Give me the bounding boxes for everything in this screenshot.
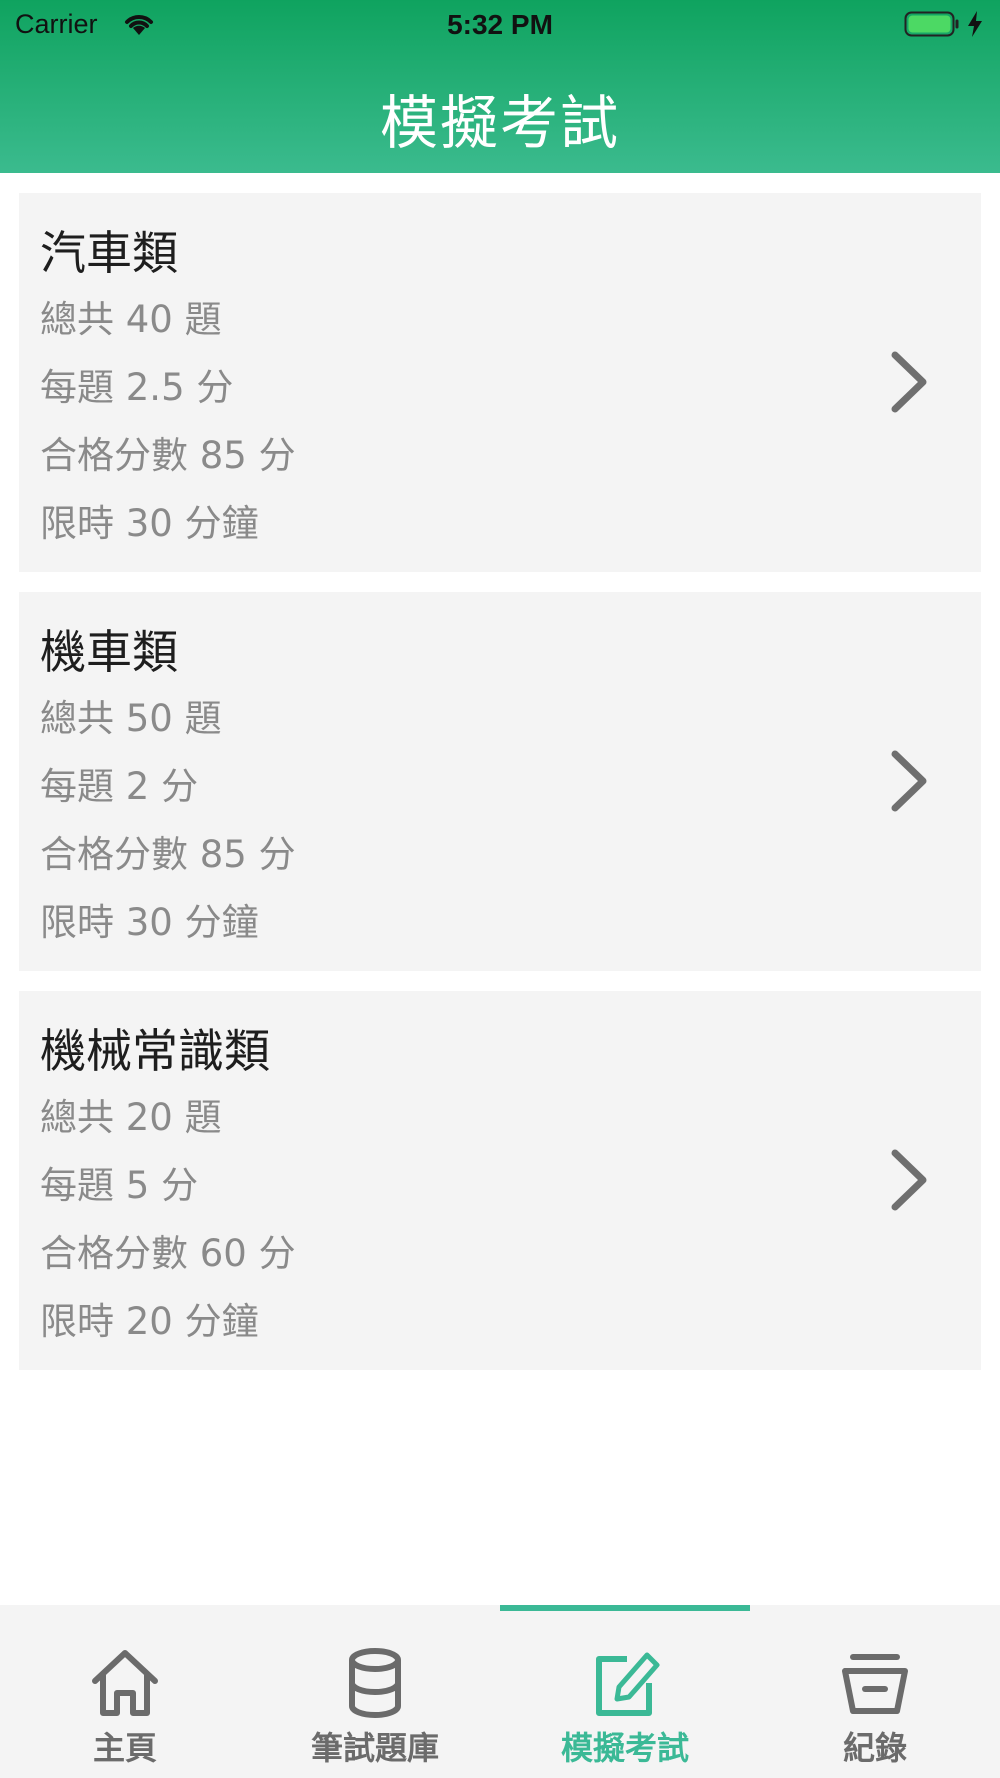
battery-icon	[904, 11, 959, 37]
tab-label: 主頁	[92, 1729, 157, 1767]
exam-title: 機車類	[40, 625, 178, 679]
exam-time-limit: 限時 30 分鐘	[40, 901, 259, 944]
charging-bolt-icon	[968, 11, 982, 37]
tab-bar: 主頁 筆試題庫 模擬考試 紀錄	[0, 1605, 1000, 1778]
exam-card-car[interactable]: 汽車類 總共 40 題 每題 2.5 分 合格分數 85 分 限時 30 分鐘	[19, 193, 981, 572]
exam-points-per-question: 每題 5 分	[40, 1164, 199, 1207]
exam-title: 機械常識類	[40, 1024, 270, 1078]
exam-question-count: 總共 40 題	[40, 298, 222, 341]
exam-question-count: 總共 50 題	[40, 697, 222, 740]
tab-mock-exam[interactable]: 模擬考試	[500, 1605, 750, 1778]
chevron-right-icon	[891, 1149, 927, 1211]
tab-label: 筆試題庫	[310, 1729, 439, 1767]
edit-icon	[596, 1652, 660, 1716]
tab-label: 模擬考試	[560, 1729, 689, 1767]
basket-icon	[842, 1654, 908, 1714]
exam-passing-score: 合格分數 60 分	[40, 1232, 296, 1275]
database-icon	[349, 1648, 401, 1718]
tab-records[interactable]: 紀錄	[750, 1605, 1000, 1778]
exam-passing-score: 合格分數 85 分	[40, 833, 296, 876]
status-time: 5:32 PM	[447, 9, 553, 40]
chevron-right-icon	[891, 750, 927, 812]
exam-points-per-question: 每題 2.5 分	[40, 366, 234, 409]
exam-card-motorcycle[interactable]: 機車類 總共 50 題 每題 2 分 合格分數 85 分 限時 30 分鐘	[19, 592, 981, 971]
exam-time-limit: 限時 30 分鐘	[40, 502, 259, 545]
exam-title: 汽車類	[40, 226, 178, 280]
exam-card-mechanics[interactable]: 機械常識類 總共 20 題 每題 5 分 合格分數 60 分 限時 20 分鐘	[19, 991, 981, 1370]
exam-points-per-question: 每題 2 分	[40, 765, 199, 808]
exam-passing-score: 合格分數 85 分	[40, 434, 296, 477]
page-title: 模擬考試	[379, 89, 620, 157]
status-bar: Carrier 5:32 PM	[0, 0, 1000, 50]
exam-question-count: 總共 20 題	[40, 1096, 222, 1139]
tab-home[interactable]: 主頁	[0, 1605, 250, 1778]
tab-label: 紀錄	[842, 1729, 907, 1767]
tab-question-bank[interactable]: 筆試題庫	[250, 1605, 500, 1778]
exam-time-limit: 限時 20 分鐘	[40, 1300, 259, 1343]
home-icon	[92, 1650, 158, 1716]
chevron-right-icon	[891, 351, 927, 413]
navigation-header: Carrier 5:32 PM 模擬考試	[0, 0, 1000, 173]
